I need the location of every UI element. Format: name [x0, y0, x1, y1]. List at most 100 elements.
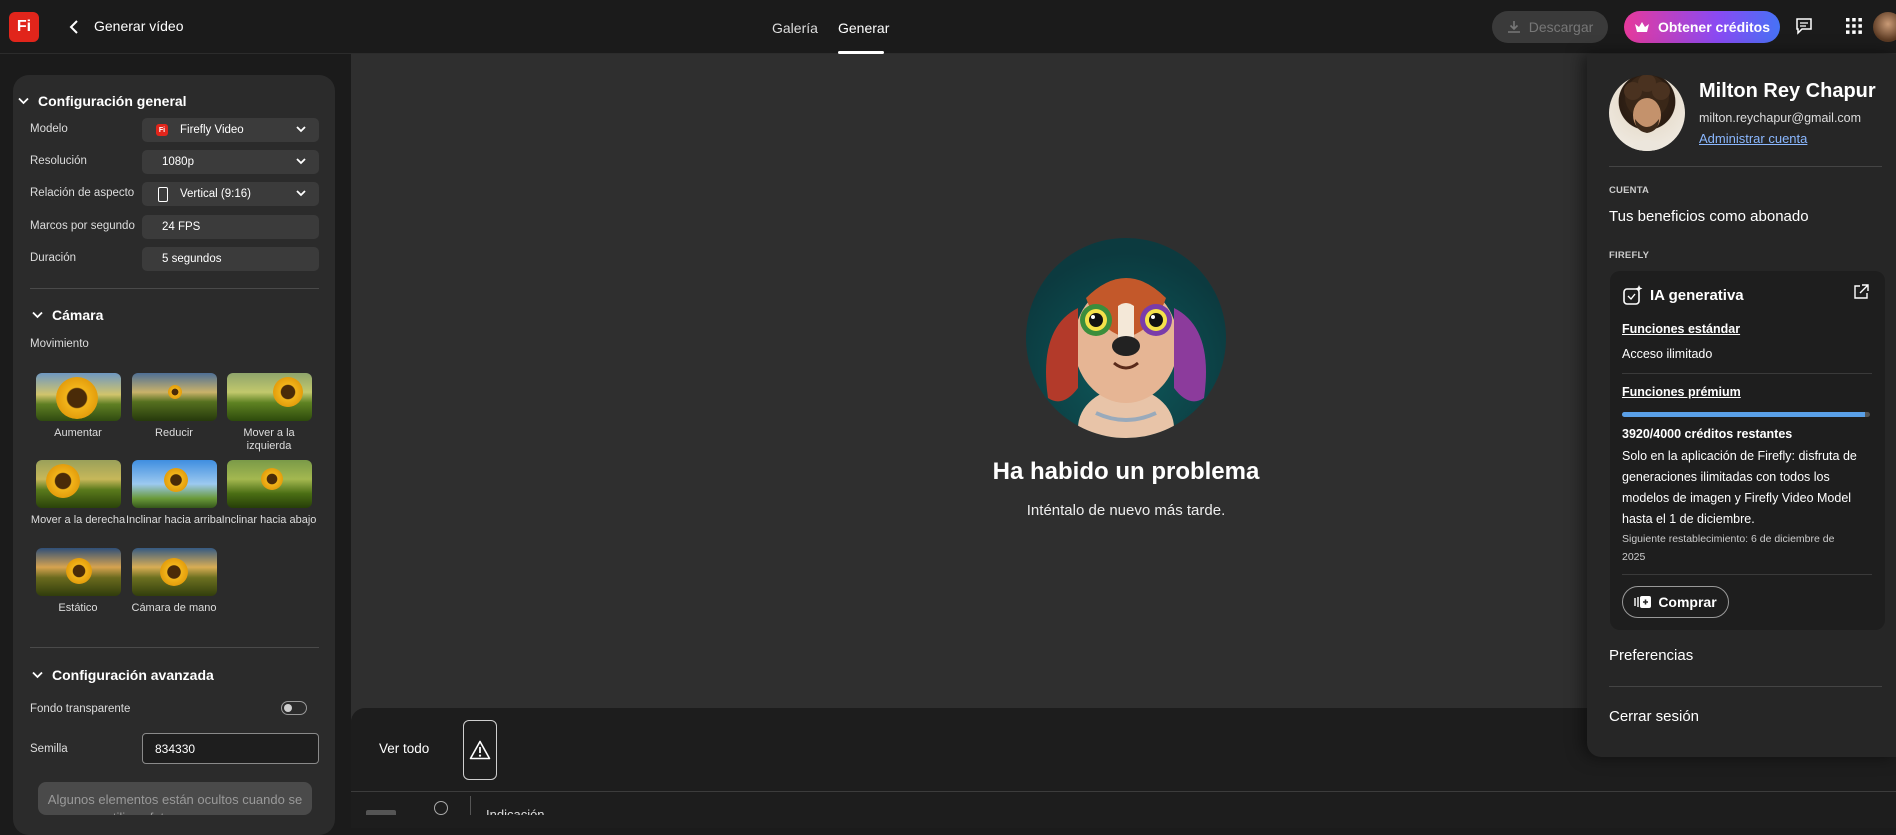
- error-message: Inténtalo de nuevo más tarde.: [1026, 502, 1226, 519]
- credits-progress-bar: [1622, 412, 1870, 417]
- portrait-icon: [158, 187, 168, 202]
- pan-left-thumbnail: [227, 373, 312, 421]
- resolution-label: Resolución: [30, 155, 87, 167]
- card-divider: [1622, 373, 1872, 374]
- manage-account-link[interactable]: Administrar cuenta: [1699, 131, 1807, 146]
- generative-ai-icon: [1622, 284, 1644, 306]
- camera-move-label: Cámara de mano: [131, 602, 217, 614]
- view-all-link[interactable]: Ver todo: [379, 741, 429, 756]
- camera-move-pan-right[interactable]: Mover a la derecha: [31, 460, 125, 526]
- camera-move-label: Aumentar: [54, 427, 102, 439]
- download-label: Descargar: [1528, 19, 1594, 35]
- back-arrow-icon[interactable]: [64, 17, 84, 37]
- camera-move-tilt-down[interactable]: Inclinar hacia abajo: [222, 460, 316, 526]
- camera-move-handheld[interactable]: Cámara de mano: [132, 548, 217, 614]
- firefly-logo[interactable]: Fi: [9, 12, 39, 42]
- transparent-bg-toggle[interactable]: [281, 701, 307, 715]
- camera-move-pan-left[interactable]: Mover a la izquierda: [227, 373, 312, 452]
- user-avatar[interactable]: [1873, 12, 1896, 42]
- premium-features-heading[interactable]: Funciones prémium: [1622, 382, 1741, 403]
- sign-out-link[interactable]: Cerrar sesión: [1609, 708, 1699, 725]
- apps-grid-icon[interactable]: [1842, 14, 1866, 38]
- model-label: Modelo: [30, 123, 68, 135]
- duration-label: Duración: [30, 252, 77, 264]
- standard-features-heading[interactable]: Funciones estándar: [1622, 319, 1740, 340]
- camera-header[interactable]: Cámara: [32, 307, 103, 323]
- tab-generar[interactable]: Generar: [838, 20, 889, 36]
- prompt-label: Indicación: [486, 807, 545, 815]
- top-bar: Fi Generar vídeo Galería Generar Descarg…: [0, 0, 1896, 54]
- camera-move-tilt-up[interactable]: Inclinar hacia arriba: [126, 460, 222, 526]
- duration-field[interactable]: 5 segundos: [142, 247, 319, 271]
- movement-label: Movimiento: [30, 338, 89, 350]
- popover-divider: [1609, 686, 1882, 687]
- promo-line: hasta el 1 de diciembre.: [1622, 512, 1755, 526]
- seed-label: Semilla: [30, 743, 68, 755]
- chevron-down-icon: [296, 190, 306, 197]
- general-settings-title: Configuración general: [38, 93, 187, 109]
- fps-label: Marcos por segundo: [30, 220, 135, 232]
- promo-line: Solo en la aplicación de Firefly: disfru…: [1622, 449, 1857, 463]
- get-credits-label: Obtener créditos: [1657, 19, 1771, 35]
- buy-credits-icon: [1634, 596, 1652, 608]
- prompt-divider: [470, 796, 471, 815]
- chevron-down-icon: [18, 97, 29, 105]
- buy-label: Comprar: [1658, 594, 1717, 610]
- account-email: milton.reychapur@gmail.com: [1699, 111, 1862, 125]
- seed-input[interactable]: 834330: [142, 733, 319, 764]
- camera-move-label: Inclinar hacia arriba: [126, 514, 222, 526]
- chevron-down-icon: [296, 158, 306, 165]
- fps-value: 24 FPS: [162, 221, 201, 233]
- aspect-ratio-value: Vertical (9:16): [180, 188, 251, 200]
- camera-move-label: Inclinar hacia abajo: [221, 514, 317, 526]
- aspect-ratio-select[interactable]: Vertical (9:16): [142, 182, 319, 206]
- camera-move-zoom-out[interactable]: Reducir: [132, 373, 217, 439]
- external-link-icon[interactable]: [1853, 284, 1869, 300]
- transparent-bg-label: Fondo transparente: [30, 703, 131, 715]
- feedback-icon[interactable]: [1792, 14, 1816, 38]
- preferences-link[interactable]: Preferencias: [1609, 647, 1693, 664]
- promo-line: modelos de imagen y Firefly Video Model: [1622, 491, 1852, 505]
- handheld-thumbnail: [132, 548, 217, 596]
- subscriber-benefits-link[interactable]: Tus beneficios como abonado: [1609, 208, 1809, 225]
- toggle-knob: [284, 703, 292, 712]
- tab-galeria[interactable]: Galería: [772, 20, 818, 36]
- reset-date-line: 2025: [1622, 551, 1646, 563]
- resolution-select[interactable]: 1080p: [142, 150, 319, 174]
- static-thumbnail: [36, 548, 121, 596]
- advanced-settings-header[interactable]: Configuración avanzada: [32, 667, 214, 683]
- aspect-ratio-label: Relación de aspecto: [30, 187, 135, 199]
- general-settings-header[interactable]: Configuración general: [18, 93, 187, 109]
- camera-move-static[interactable]: Estático: [36, 548, 121, 614]
- credits-remaining: 3920/4000 créditos restantes: [1622, 427, 1793, 441]
- info-icon[interactable]: [434, 801, 448, 815]
- get-credits-button[interactable]: Obtener créditos: [1624, 11, 1780, 43]
- section-divider: [30, 647, 319, 648]
- generative-ai-title: IA generativa: [1650, 287, 1744, 304]
- advanced-settings-title: Configuración avanzada: [52, 667, 214, 683]
- camera-move-label: Reducir: [155, 427, 193, 439]
- resolution-value: 1080p: [162, 156, 194, 168]
- firefly-section-caption: FIREFLY: [1609, 250, 1650, 261]
- download-button[interactable]: Descargar: [1492, 11, 1608, 43]
- popover-divider: [1609, 166, 1882, 167]
- tilt-up-thumbnail: [132, 460, 217, 508]
- reset-date-line: Siguiente restablecimiento: 6 de diciemb…: [1622, 533, 1835, 545]
- chevron-down-icon: [32, 671, 43, 679]
- section-divider: [30, 288, 319, 289]
- camera-move-zoom-in[interactable]: Aumentar: [36, 373, 121, 439]
- camera-title: Cámara: [52, 307, 104, 323]
- account-section-caption: CUENTA: [1609, 185, 1650, 196]
- credits-progress-fill: [1622, 412, 1866, 417]
- account-name: Milton Rey Chapur: [1699, 80, 1876, 102]
- fps-field[interactable]: 24 FPS: [142, 215, 319, 239]
- chevron-down-icon: [296, 126, 306, 133]
- buy-button[interactable]: Comprar: [1622, 586, 1729, 618]
- crown-icon: [1634, 22, 1649, 32]
- hidden-elements-notice: Algunos elementos están ocultos cuando s…: [38, 782, 312, 815]
- failed-generation-thumbnail[interactable]: [463, 720, 497, 780]
- model-select[interactable]: Fi Firefly Video: [142, 118, 319, 142]
- firefly-model-icon: Fi: [156, 124, 168, 136]
- model-value: Firefly Video: [180, 124, 244, 136]
- card-divider: [1622, 574, 1872, 575]
